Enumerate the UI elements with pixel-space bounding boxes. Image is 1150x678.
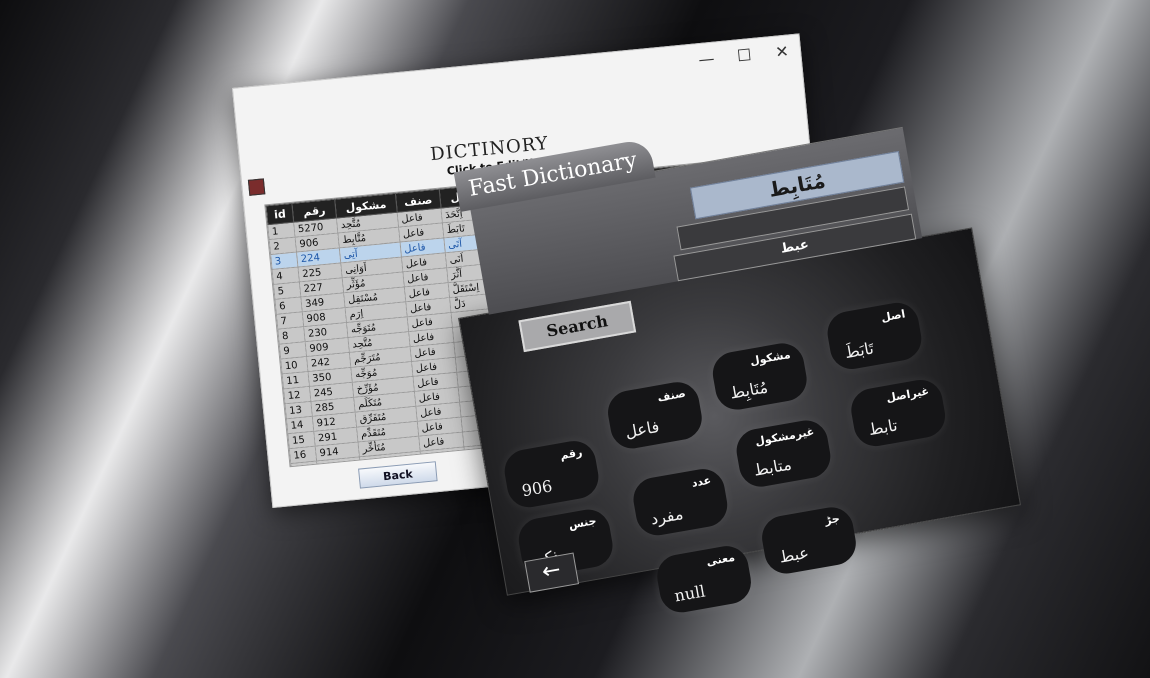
maximize-button[interactable]: ☐: [733, 45, 755, 66]
field-card: صنف فاعل: [604, 378, 706, 452]
field-value: مفرد: [649, 504, 685, 529]
close-button[interactable]: ✕: [771, 41, 793, 62]
field-card: جڑ عبط: [758, 503, 860, 577]
app-icon: [247, 178, 266, 196]
field-label: جنس: [567, 514, 598, 532]
field-value: null: [672, 581, 707, 606]
field-label: غیرمشکول: [754, 424, 816, 449]
back-button[interactable]: Back: [358, 461, 438, 489]
field-label: اصل: [880, 307, 907, 325]
field-value: مُتَابِط: [728, 377, 770, 403]
field-card: عدد مفرد: [630, 465, 731, 539]
field-card: رقم 906: [501, 437, 602, 511]
field-value: تابط: [867, 415, 899, 440]
field-card: غیرمشکول متابط: [733, 416, 834, 491]
field-value: 906: [520, 476, 554, 501]
field-card: اصل تَابَطَ: [824, 299, 925, 373]
minimize-button[interactable]: —: [696, 48, 718, 69]
column-header[interactable]: id: [265, 203, 294, 225]
field-label: جڑ: [823, 511, 841, 528]
field-label: غیراصل: [885, 384, 930, 405]
search-button[interactable]: Search: [518, 300, 637, 353]
field-value: متابط: [752, 454, 793, 480]
field-label: رقم: [559, 445, 584, 463]
field-card: مشکول مُتَابِط: [709, 339, 811, 414]
field-value: فاعل: [623, 416, 661, 442]
field-label: صنف: [656, 386, 687, 405]
field-value: عبط: [777, 542, 811, 567]
fast-dictionary-window: مُتَابِط عبط Fast Dictionary Search اصل ت…: [453, 126, 1022, 616]
field-value: تَابَطَ: [843, 338, 876, 363]
field-label: مشکول: [749, 347, 792, 368]
field-card: معنی null: [653, 542, 755, 616]
field-label: معنی: [705, 550, 736, 569]
field-label: عدد: [690, 473, 713, 490]
field-card: غیراصل تابط: [847, 376, 949, 450]
